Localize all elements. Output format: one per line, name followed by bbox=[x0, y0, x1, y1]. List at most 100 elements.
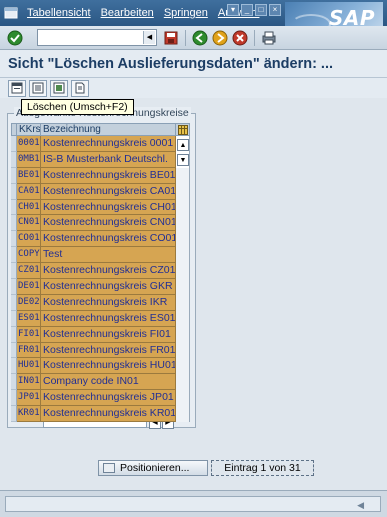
minimize-icon[interactable]: _ bbox=[241, 4, 253, 16]
table-row[interactable]: 0001 Kostenrechnungskreis 0001 bbox=[11, 136, 190, 152]
menu-item-tabellensicht[interactable]: Tabellensicht bbox=[27, 7, 91, 19]
cell-bezeichnung[interactable]: Kostenrechnungskreis CZ01 bbox=[41, 263, 176, 280]
vertical-scrollbar-track[interactable] bbox=[176, 294, 190, 311]
cell-bezeichnung[interactable]: Kostenrechnungskreis CN01 bbox=[41, 215, 176, 232]
window-menu-icon[interactable] bbox=[4, 6, 18, 20]
copy-icon[interactable] bbox=[29, 79, 47, 97]
status-arrow-icon[interactable]: ◀ bbox=[357, 500, 364, 511]
back-icon[interactable] bbox=[191, 29, 209, 47]
tooltip: Löschen (Umsch+F2) bbox=[21, 99, 134, 115]
cell-kkrs: BE01 bbox=[17, 167, 41, 184]
cell-kkrs: HU01 bbox=[17, 358, 41, 375]
table-row[interactable]: DE01 Kostenrechnungskreis GKR bbox=[11, 279, 190, 295]
table-row[interactable]: DE02 Kostenrechnungskreis IKR bbox=[11, 294, 190, 311]
toolbar-separator bbox=[185, 29, 186, 46]
vertical-scrollbar-track[interactable] bbox=[176, 215, 190, 232]
table-body: 0001 Kostenrechnungskreis 0001 0MB1 IS-B Mu… bbox=[11, 136, 190, 423]
cell-bezeichnung[interactable]: Test bbox=[41, 247, 176, 264]
table-row[interactable]: CA01 Kostenrechnungskreis CA01 bbox=[11, 183, 190, 200]
table-row[interactable]: FR01 Kostenrechnungskreis FR01 bbox=[11, 342, 190, 359]
cell-kkrs: IN01 bbox=[17, 374, 41, 391]
maximize-icon[interactable]: □ bbox=[255, 4, 267, 16]
print-icon[interactable] bbox=[260, 29, 278, 47]
exit-icon[interactable] bbox=[211, 29, 229, 47]
menu-bar: Tabellensicht Bearbeiten Springen Auswah… bbox=[0, 0, 387, 38]
window-controls: ▾ _ □ × bbox=[227, 4, 281, 16]
vertical-scrollbar-track[interactable] bbox=[176, 390, 190, 407]
cell-bezeichnung[interactable]: Kostenrechnungskreis IKR bbox=[41, 294, 176, 311]
vertical-scrollbar-track[interactable] bbox=[176, 326, 190, 343]
cell-kkrs: 0MB1 bbox=[17, 151, 41, 168]
table-row[interactable]: JP01 Kostenrechnungskreis JP01 bbox=[11, 390, 190, 407]
cell-bezeichnung[interactable]: Kostenrechnungskreis ES01 bbox=[41, 310, 176, 327]
vertical-scrollbar-track[interactable] bbox=[176, 358, 190, 375]
cell-bezeichnung[interactable]: Company code IN01 bbox=[41, 374, 176, 391]
cell-bezeichnung[interactable]: Kostenrechnungskreis HU01 bbox=[41, 358, 176, 375]
cell-bezeichnung[interactable]: Kostenrechnungskreis FR01 bbox=[41, 342, 176, 359]
vertical-scrollbar-track[interactable] bbox=[176, 247, 190, 264]
delete-icon[interactable] bbox=[50, 79, 68, 97]
application-toolbar bbox=[0, 78, 387, 98]
cancel-icon[interactable] bbox=[231, 29, 249, 47]
table-header: KKrs Bezeichnung bbox=[11, 123, 190, 136]
cell-bezeichnung[interactable]: Kostenrechnungskreis GKR bbox=[41, 279, 176, 295]
cell-kkrs: CO01 bbox=[17, 231, 41, 248]
vertical-scrollbar-track[interactable] bbox=[176, 342, 190, 359]
table-row[interactable]: 0MB1 IS-B Musterbank Deutschl. bbox=[11, 151, 190, 168]
scroll-down-icon[interactable]: ▼ bbox=[177, 154, 189, 166]
vertical-scrollbar-track[interactable] bbox=[176, 406, 190, 423]
cell-bezeichnung[interactable]: Kostenrechnungskreis CH01 bbox=[41, 199, 176, 216]
save-icon[interactable] bbox=[162, 29, 180, 47]
cell-kkrs: CH01 bbox=[17, 199, 41, 216]
undo-icon[interactable] bbox=[71, 79, 89, 97]
table-row[interactable]: BE01 Kostenrechnungskreis BE01 bbox=[11, 167, 190, 184]
table-row[interactable]: FI01 Kostenrechnungskreis FI01 bbox=[11, 326, 190, 343]
position-button[interactable]: Positionieren... bbox=[98, 460, 208, 476]
table-row[interactable]: KR01 Kostenrechnungskreis KR01 bbox=[11, 406, 190, 423]
table-row[interactable]: CZ01 Kostenrechnungskreis CZ01 bbox=[11, 263, 190, 280]
table-row[interactable]: CO01 Kostenrechnungskreis CO01 bbox=[11, 231, 190, 248]
cell-bezeichnung[interactable]: Kostenrechnungskreis 0001 bbox=[41, 136, 176, 152]
vertical-scrollbar-track[interactable] bbox=[176, 310, 190, 327]
table-row[interactable]: HU01 Kostenrechnungskreis HU01 bbox=[11, 358, 190, 375]
cell-bezeichnung[interactable]: Kostenrechnungskreis CA01 bbox=[41, 183, 176, 200]
cell-kkrs: 0001 bbox=[17, 136, 41, 152]
menu-item-bearbeiten[interactable]: Bearbeiten bbox=[101, 7, 154, 19]
cell-bezeichnung[interactable]: IS-B Musterbank Deutschl. bbox=[41, 151, 176, 168]
vertical-scrollbar-track[interactable] bbox=[176, 167, 190, 184]
cell-kkrs: DE02 bbox=[17, 294, 41, 311]
vertical-scrollbar-track[interactable] bbox=[176, 279, 190, 295]
column-header-bezeichnung[interactable]: Bezeichnung bbox=[41, 123, 176, 136]
column-header-kkrs[interactable]: KKrs bbox=[17, 123, 41, 136]
table-settings-icon[interactable] bbox=[176, 123, 190, 136]
vertical-scrollbar-track[interactable] bbox=[176, 374, 190, 391]
vertical-scrollbar-track[interactable] bbox=[176, 199, 190, 216]
page-title: Sicht "Löschen Auslieferungsdaten" änder… bbox=[8, 55, 334, 72]
vertical-scrollbar-track[interactable] bbox=[176, 231, 190, 248]
enter-icon[interactable] bbox=[6, 29, 24, 47]
menu-item-springen[interactable]: Springen bbox=[164, 7, 208, 19]
cell-kkrs: ES01 bbox=[17, 310, 41, 327]
cell-kkrs: FR01 bbox=[17, 342, 41, 359]
cell-bezeichnung[interactable]: Kostenrechnungskreis JP01 bbox=[41, 390, 176, 407]
cell-bezeichnung[interactable]: Kostenrechnungskreis FI01 bbox=[41, 326, 176, 343]
customize-layout-icon[interactable]: ▾ bbox=[227, 4, 239, 16]
new-entries-icon[interactable] bbox=[8, 79, 26, 97]
vertical-scrollbar-track[interactable] bbox=[176, 263, 190, 280]
command-dropdown-icon[interactable]: ◀ bbox=[143, 31, 155, 44]
cell-bezeichnung[interactable]: Kostenrechnungskreis CO01 bbox=[41, 231, 176, 248]
cell-bezeichnung[interactable]: Kostenrechnungskreis BE01 bbox=[41, 167, 176, 184]
cell-kkrs: COPY bbox=[17, 247, 41, 264]
table-row[interactable]: CH01 Kostenrechnungskreis CH01 bbox=[11, 199, 190, 216]
cell-bezeichnung[interactable]: Kostenrechnungskreis KR01 bbox=[41, 406, 176, 423]
cell-kkrs: KR01 bbox=[17, 406, 41, 423]
table-row[interactable]: IN01 Company code IN01 bbox=[11, 374, 190, 391]
vertical-scrollbar-track[interactable] bbox=[176, 183, 190, 200]
command-field[interactable]: ◀ bbox=[37, 29, 157, 46]
close-icon[interactable]: × bbox=[269, 4, 281, 16]
scroll-up-icon[interactable]: ▲ bbox=[177, 139, 189, 151]
table-row[interactable]: CN01 Kostenrechnungskreis CN01 bbox=[11, 215, 190, 232]
table-row[interactable]: ES01 Kostenrechnungskreis ES01 bbox=[11, 310, 190, 327]
cell-kkrs: JP01 bbox=[17, 390, 41, 407]
table-row[interactable]: COPY Test bbox=[11, 247, 190, 264]
